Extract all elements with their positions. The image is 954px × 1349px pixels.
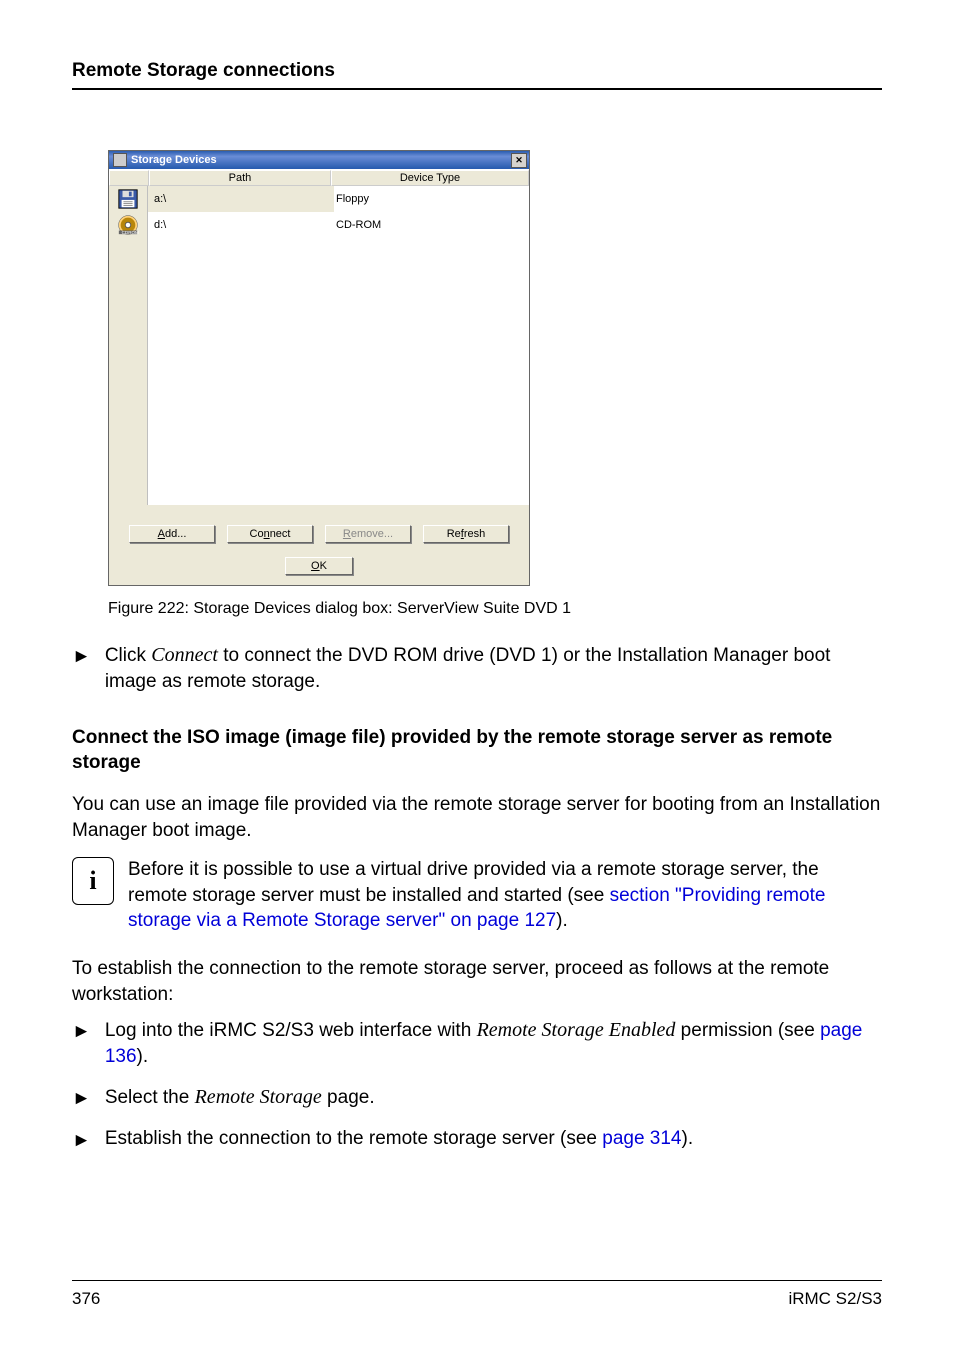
row-path: d:\ (148, 212, 334, 238)
column-header-path: Path (149, 170, 331, 186)
page-footer: 376 iRMC S2/S3 (72, 1280, 882, 1309)
bullet-marker-icon: ► (72, 1084, 91, 1112)
bullet-marker-icon: ► (72, 1126, 91, 1154)
table-header-row: Path Device Type (109, 169, 529, 186)
paragraph: To establish the connection to the remot… (72, 956, 882, 1007)
refresh-button[interactable]: Refresh (423, 525, 509, 543)
action-step: ► Select the Remote Storage page. (72, 1084, 882, 1112)
document-id: iRMC S2/S3 (788, 1289, 882, 1309)
connect-button[interactable]: Connect (227, 525, 313, 543)
dialog-titlebar: Storage Devices ✕ (109, 151, 529, 169)
page-number: 376 (72, 1289, 100, 1309)
column-header-icon (109, 170, 149, 186)
table-row[interactable]: a:\ Floppy (109, 186, 529, 212)
info-note: i Before it is possible to use a virtual… (72, 857, 882, 934)
action-step: ► Log into the iRMC S2/S3 web interface … (72, 1017, 882, 1070)
close-icon[interactable]: ✕ (511, 153, 527, 168)
list-empty-area (109, 238, 529, 505)
dialog-button-area: Add... Connect Remove... Refresh OK (109, 505, 529, 585)
ok-button[interactable]: OK (285, 557, 353, 575)
storage-devices-dialog: Storage Devices ✕ Path Device Type a:\ F… (108, 150, 530, 586)
svg-text:CDROM: CDROM (122, 230, 139, 235)
bullet-marker-icon: ► (72, 642, 91, 695)
info-icon: i (72, 857, 114, 905)
action-step: ► Click Connect to connect the DVD ROM d… (72, 642, 882, 695)
row-path: a:\ (148, 186, 334, 212)
subheading: Connect the ISO image (image file) provi… (72, 725, 882, 776)
bullet-marker-icon: ► (72, 1017, 91, 1070)
window-icon (113, 153, 127, 167)
figure-caption: Figure 222: Storage Devices dialog box: … (108, 600, 882, 618)
column-header-type: Device Type (331, 170, 529, 186)
dialog-title: Storage Devices (131, 154, 217, 166)
floppy-icon (109, 186, 148, 212)
section-header: Remote Storage connections (72, 60, 882, 90)
action-step: ► Establish the connection to the remote… (72, 1126, 882, 1154)
cross-reference-link[interactable]: page 314 (602, 1128, 681, 1149)
table-row[interactable]: CDROM d:\ CD-ROM (109, 212, 529, 238)
paragraph: You can use an image file provided via t… (72, 792, 882, 843)
remove-button[interactable]: Remove... (325, 525, 411, 543)
figure-container: Storage Devices ✕ Path Device Type a:\ F… (108, 150, 882, 586)
add-button[interactable]: Add... (129, 525, 215, 543)
row-type: CD-ROM (334, 212, 529, 238)
row-type: Floppy (334, 186, 529, 212)
cdrom-icon: CDROM (109, 212, 148, 238)
